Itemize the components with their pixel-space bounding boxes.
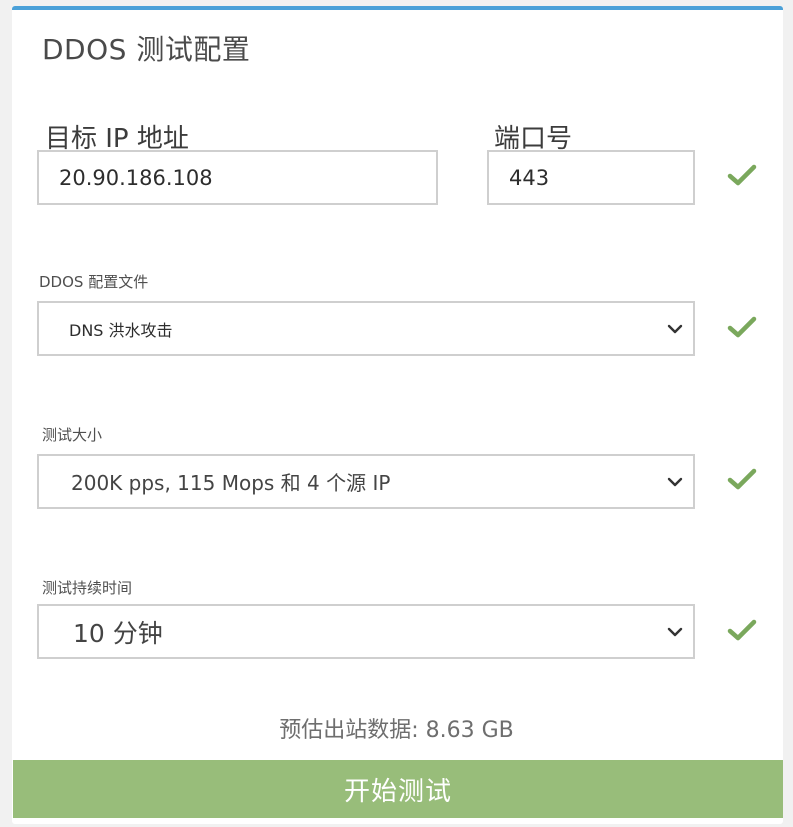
target-ip-value: 20.90.186.108 [59, 165, 213, 190]
profile-value: DNS 洪水攻击 [69, 320, 173, 340]
profile-label: DDOS 配置文件 [39, 273, 149, 291]
page-title: DDOS 测试配置 [42, 33, 251, 66]
chevron-down-icon [667, 477, 683, 486]
port-value: 443 [509, 165, 550, 190]
chevron-down-icon [667, 627, 683, 636]
target-ip-input[interactable]: 20.90.186.108 [37, 150, 438, 205]
test-size-value: 200K pps, 115 Mops 和 4 个源 IP [71, 471, 391, 495]
check-icon [727, 164, 757, 186]
duration-select[interactable]: 10 分钟 [37, 604, 695, 659]
estimated-outbound-data: 预估出站数据: 8.63 GB [279, 718, 514, 743]
check-icon [727, 468, 757, 490]
test-size-select[interactable]: 200K pps, 115 Mops 和 4 个源 IP [37, 454, 695, 509]
duration-label: 测试持续时间 [42, 579, 133, 597]
check-icon [727, 619, 757, 641]
duration-value: 10 分钟 [73, 618, 163, 648]
chevron-down-icon [667, 324, 683, 333]
port-input[interactable]: 443 [487, 150, 695, 205]
start-test-button[interactable]: 开始测试 [13, 760, 783, 818]
test-size-label: 测试大小 [42, 426, 103, 444]
start-test-label: 开始测试 [343, 776, 452, 807]
profile-select[interactable]: DNS 洪水攻击 [37, 301, 695, 356]
check-icon [727, 316, 757, 338]
